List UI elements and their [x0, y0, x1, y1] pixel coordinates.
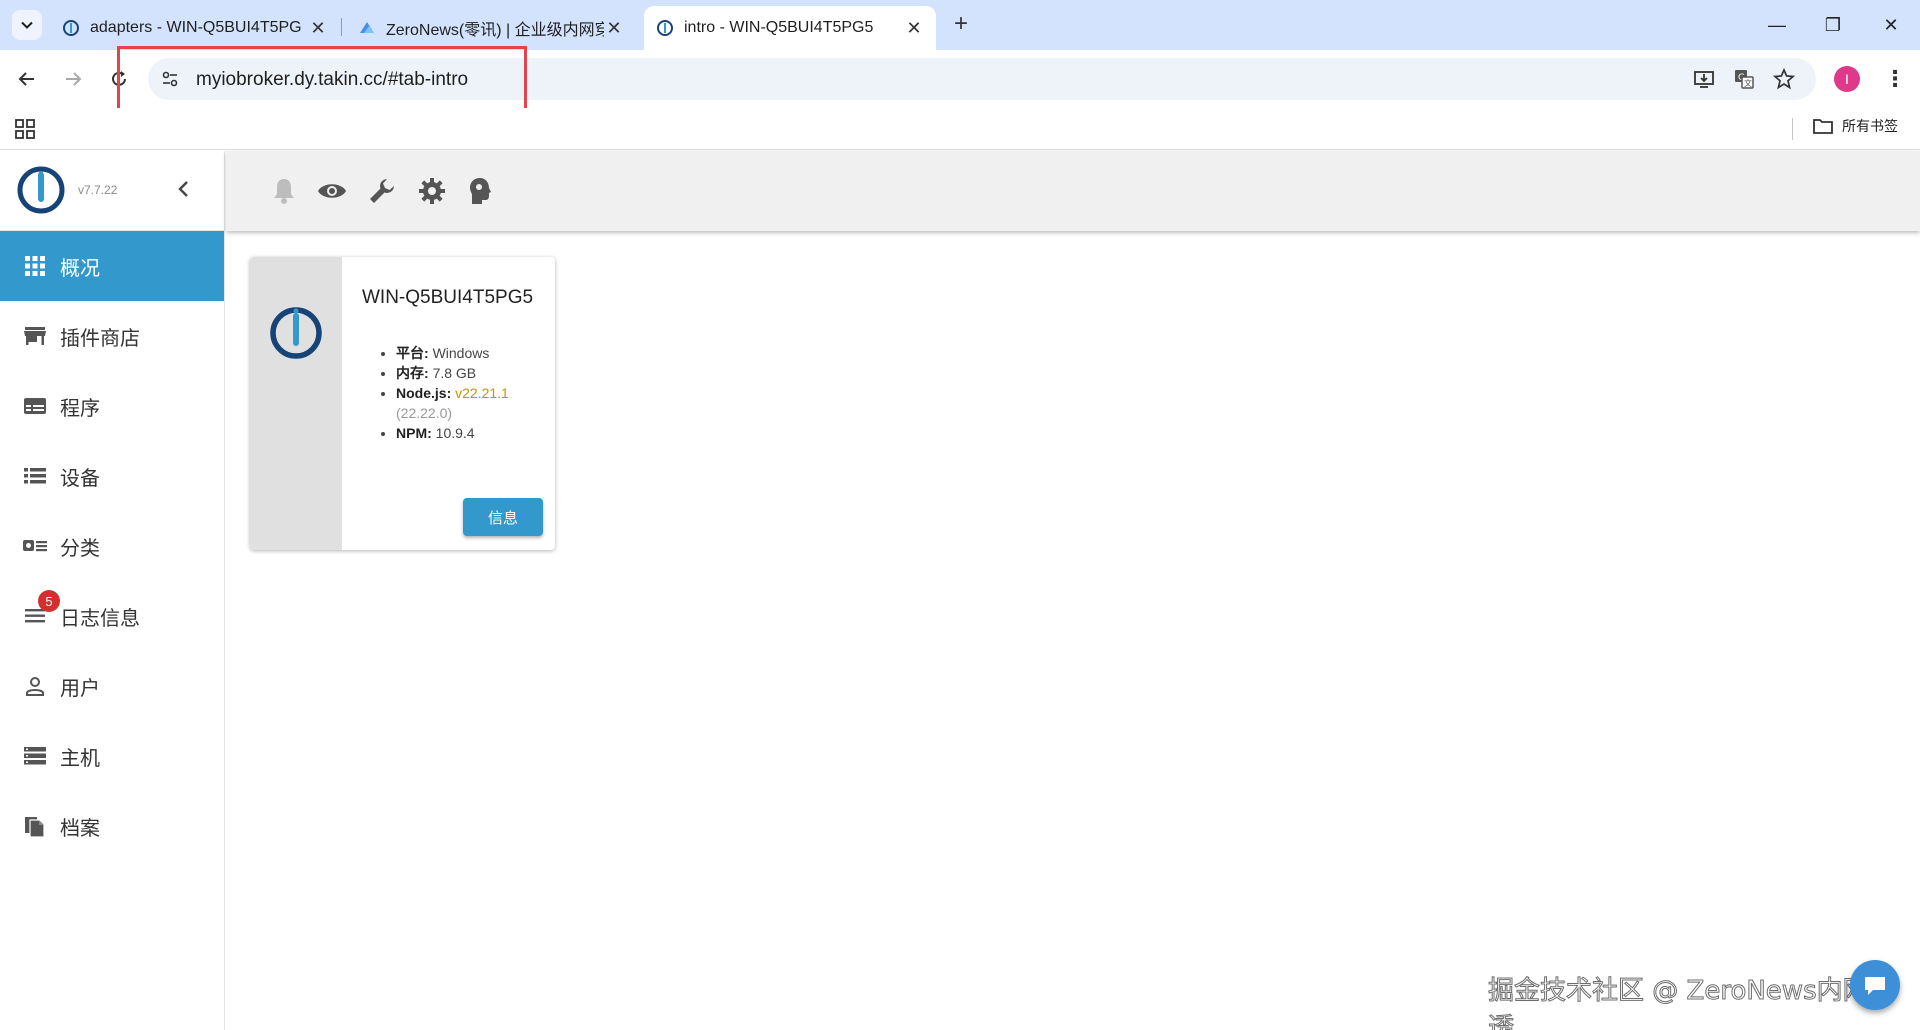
- browser-tab-adapters[interactable]: adapters - WIN-Q5BUI4T5PG ✕: [50, 6, 340, 50]
- tab-title: intro - WIN-Q5BUI4T5PG5: [684, 19, 874, 36]
- sidebar-item-objects[interactable]: 设备: [0, 441, 224, 511]
- tab-title: adapters - WIN-Q5BUI4T5PG: [90, 19, 302, 36]
- bookmark-star-icon[interactable]: [1772, 67, 1796, 91]
- sidebar-item-overview[interactable]: 概况: [0, 231, 224, 301]
- grid-icon: [22, 253, 48, 279]
- all-bookmarks-button[interactable]: 所有书签: [1812, 116, 1898, 136]
- bookmarks-bar: 所有书签: [0, 108, 1920, 150]
- sidebar-item-label: 用户: [60, 677, 100, 700]
- app-version: v7.7.22: [78, 183, 118, 197]
- files-icon: [22, 813, 48, 839]
- ram-value: 7.8 GB: [432, 365, 477, 381]
- window-restore-button[interactable]: ❐: [1810, 10, 1856, 40]
- browser-menu-button[interactable]: ⋮: [1880, 64, 1910, 94]
- sidebar-item-label: 分类: [60, 537, 100, 560]
- host-nodejs: Node.js: v22.21.1(22.22.0): [396, 383, 548, 423]
- host-info-button[interactable]: 信息: [463, 498, 543, 536]
- window-minimize-button[interactable]: —: [1754, 10, 1800, 40]
- sidebar-item-files[interactable]: 档案: [0, 791, 224, 861]
- sidebar-item-users[interactable]: 用户: [0, 651, 224, 721]
- tab-separator: [341, 18, 342, 36]
- npm-label: NPM:: [396, 425, 432, 441]
- host-platform: 平台: Windows: [396, 343, 548, 363]
- arrow-right-icon: [66, 72, 82, 86]
- hosts-icon: [22, 743, 48, 769]
- sidebar-item-label: 主机: [60, 747, 100, 770]
- chevron-down-icon: [21, 21, 33, 29]
- translate-icon[interactable]: G文: [1732, 67, 1756, 91]
- node-version: v22.21.1: [455, 385, 509, 401]
- back-button[interactable]: [10, 62, 44, 96]
- tab-close-icon[interactable]: ✕: [308, 18, 328, 38]
- tab-close-icon[interactable]: ✕: [904, 18, 924, 38]
- profile-avatar[interactable]: I: [1834, 66, 1860, 92]
- sidebar-item-label: 程序: [60, 397, 100, 420]
- zeronews-favicon-icon: [358, 19, 376, 37]
- iobroker-favicon-icon: [62, 19, 80, 37]
- sidebar-item-label: 概况: [60, 257, 100, 280]
- all-bookmarks-label: 所有书签: [1842, 118, 1898, 134]
- svg-text:文: 文: [1744, 78, 1752, 88]
- arrow-left-icon: [18, 72, 34, 86]
- bookmarks-separator: [1792, 118, 1793, 140]
- bell-icon[interactable]: [268, 175, 300, 207]
- collapse-sidebar-icon[interactable]: [172, 177, 196, 201]
- tab-search-button[interactable]: [12, 10, 42, 40]
- host-card-image-area: [250, 257, 342, 550]
- node-recommended-version: (22.22.0): [396, 405, 453, 421]
- app-sidebar: v7.7.22 概况 插件商店 程序 设备 分类 5 日志信息 用户 主机 档案: [0, 151, 225, 1030]
- iobroker-logo-icon[interactable]: [16, 165, 66, 215]
- apps-grid-icon[interactable]: [14, 118, 36, 140]
- user-icon: [22, 673, 48, 699]
- sidebar-item-hosts[interactable]: 主机: [0, 721, 224, 791]
- platform-value: Windows: [432, 345, 490, 361]
- gear-icon[interactable]: [416, 175, 448, 207]
- store-icon: [22, 323, 48, 349]
- host-name: WIN-Q5BUI4T5PG5: [362, 287, 534, 308]
- browser-tab-zeronews[interactable]: ZeroNews(零讯) | 企业级内网穿 ✕: [346, 6, 636, 50]
- sidebar-item-adapters[interactable]: 插件商店: [0, 301, 224, 371]
- browser-tabstrip: adapters - WIN-Q5BUI4T5PG ✕ ZeroNews(零讯)…: [0, 0, 1920, 50]
- app-toolbar: [226, 151, 1920, 231]
- sidebar-item-enums[interactable]: 分类: [0, 511, 224, 581]
- browser-tab-intro[interactable]: intro - WIN-Q5BUI4T5PG5 ✕: [644, 6, 936, 50]
- new-tab-button[interactable]: +: [946, 12, 976, 38]
- host-npm: NPM: 10.9.4: [396, 423, 548, 443]
- install-app-icon[interactable]: [1692, 67, 1716, 91]
- host-info-list: 平台: Windows 内存: 7.8 GB Node.js: v22.21.1…: [378, 343, 548, 443]
- tab-title: ZeroNews(零讯) | 企业级内网穿: [386, 22, 604, 39]
- sidebar-brand: v7.7.22: [0, 151, 225, 231]
- node-label: Node.js:: [396, 385, 452, 401]
- sidebar-menu: 概况 插件商店 程序 设备 分类 5 日志信息 用户 主机 档案: [0, 231, 224, 861]
- sidebar-item-label: 设备: [60, 467, 100, 490]
- sidebar-item-instances[interactable]: 程序: [0, 371, 224, 441]
- sidebar-item-logs[interactable]: 5 日志信息: [0, 581, 224, 651]
- platform-label: 平台:: [396, 345, 429, 361]
- iobroker-logo-icon: [270, 307, 322, 359]
- folder-icon: [1813, 119, 1833, 134]
- categories-icon: [22, 533, 48, 559]
- forward-button[interactable]: [56, 62, 90, 96]
- tab-close-icon[interactable]: ✕: [604, 18, 624, 38]
- sidebar-item-label: 插件商店: [60, 327, 140, 350]
- log-count-badge: 5: [38, 590, 60, 612]
- chat-icon: [1865, 977, 1885, 995]
- list-icon: [22, 463, 48, 489]
- host-ram: 内存: 7.8 GB: [396, 363, 548, 383]
- sidebar-item-label: 日志信息: [60, 607, 140, 630]
- instances-icon: [22, 393, 48, 419]
- iobroker-favicon-icon: [656, 19, 674, 37]
- floating-action-button[interactable]: [1850, 960, 1900, 1010]
- sidebar-item-label: 档案: [60, 817, 100, 840]
- eye-icon[interactable]: [316, 175, 348, 207]
- wrench-icon[interactable]: [366, 175, 398, 207]
- expert-head-icon[interactable]: [464, 175, 496, 207]
- ram-label: 内存:: [396, 365, 429, 381]
- npm-value: 10.9.4: [435, 425, 475, 441]
- window-close-button[interactable]: ✕: [1868, 10, 1914, 40]
- host-card: WIN-Q5BUI4T5PG5 平台: Windows 内存: 7.8 GB N…: [250, 257, 555, 550]
